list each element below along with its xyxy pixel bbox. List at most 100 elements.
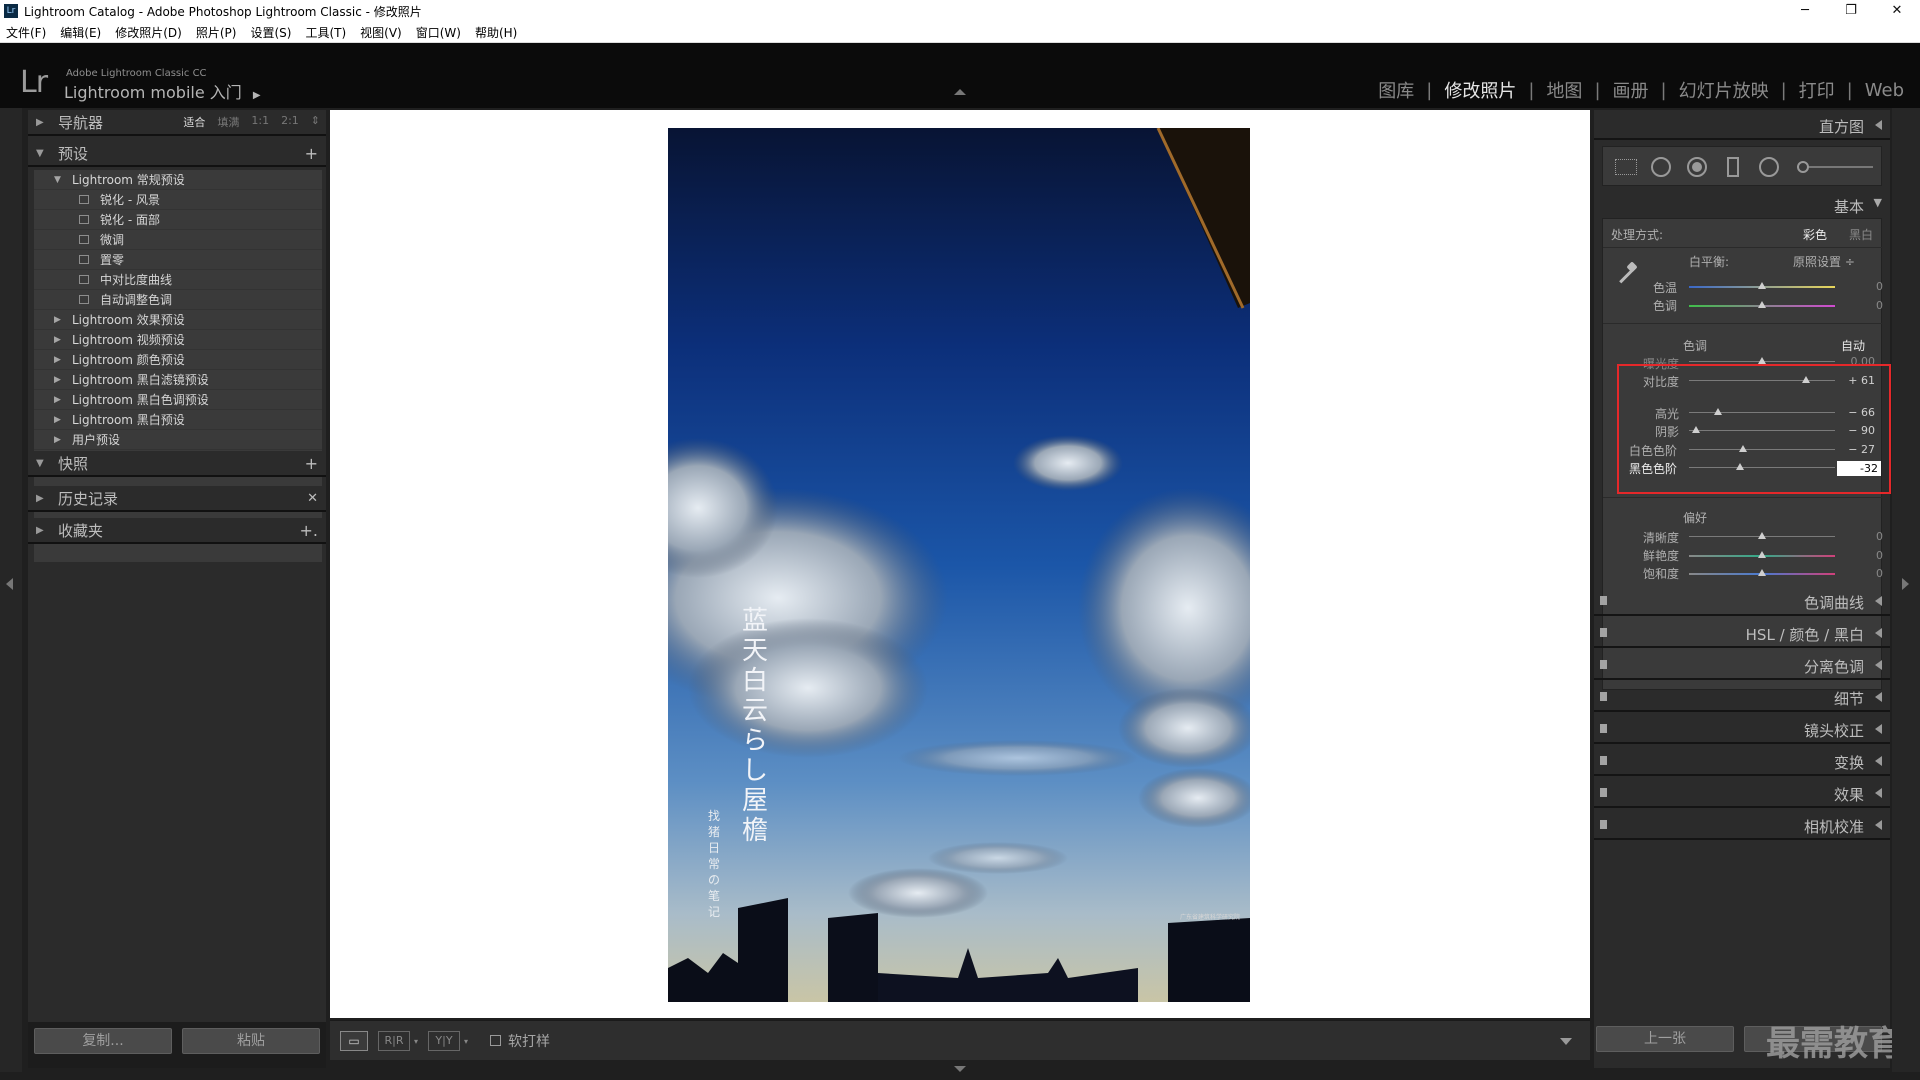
- tint-slider-thumb[interactable]: [1758, 301, 1766, 308]
- preset-folder[interactable]: ▶ Lightroom 颜色预设: [34, 350, 322, 370]
- zoom-2-1[interactable]: 2:1: [281, 114, 299, 130]
- history-header[interactable]: ▶ 历史记录 ✕: [28, 486, 326, 512]
- menu-settings[interactable]: 设置(S): [250, 24, 291, 41]
- treatment-color-option[interactable]: 彩色: [1803, 226, 1827, 243]
- white-balance-picker-icon[interactable]: [1613, 259, 1641, 287]
- temp-slider-thumb[interactable]: [1758, 282, 1766, 289]
- white-balance-dropdown[interactable]: 原照设置 ÷: [1793, 253, 1855, 270]
- module-book[interactable]: 画册: [1601, 77, 1661, 103]
- radial-filter-icon[interactable]: [1759, 157, 1779, 177]
- before-after-split-button[interactable]: Y|Y: [428, 1031, 460, 1051]
- detail-header[interactable]: 细节: [1594, 682, 1890, 712]
- spot-removal-icon[interactable]: [1651, 157, 1671, 177]
- histogram-header[interactable]: 直方图: [1594, 110, 1890, 140]
- collapse-top-panel-icon[interactable]: [954, 89, 966, 95]
- exposure-slider-thumb[interactable]: [1758, 357, 1766, 364]
- graduated-filter-icon[interactable]: [1727, 157, 1739, 177]
- menu-view[interactable]: 视图(V): [360, 24, 402, 41]
- preset-folder[interactable]: ▶ Lightroom 黑白色调预设: [34, 390, 322, 410]
- snapshots-header[interactable]: ▼ 快照 +: [28, 451, 326, 477]
- module-map[interactable]: 地图: [1534, 77, 1594, 103]
- panel-switch-icon[interactable]: [1600, 820, 1607, 829]
- zoom-fill[interactable]: 填满: [217, 114, 239, 130]
- adjustment-brush-icon[interactable]: [1797, 161, 1809, 173]
- expand-triangle-icon[interactable]: ▶: [54, 330, 61, 350]
- expand-triangle-icon[interactable]: ▶: [54, 310, 61, 330]
- mobile-getting-started[interactable]: Lightroom mobile 入门 ▶: [64, 79, 261, 103]
- vibrance-slider-thumb[interactable]: [1758, 551, 1766, 558]
- effects-header[interactable]: 效果: [1594, 778, 1890, 808]
- menu-develop[interactable]: 修改照片(D): [115, 24, 182, 41]
- collapse-triangle-icon[interactable]: ▼: [54, 170, 61, 190]
- expand-triangle-icon[interactable]: ▶: [54, 350, 61, 370]
- camera-calibration-header[interactable]: 相机校准: [1594, 810, 1890, 840]
- temp-value[interactable]: 0: [1843, 280, 1883, 293]
- photo-preview[interactable]: 蓝天白云ら し屋檐 找猪日常の笔记 广东省建筑科学研究院: [668, 128, 1250, 1002]
- tone-curve-header[interactable]: 色调曲线: [1594, 586, 1890, 616]
- preset-folder[interactable]: ▶ Lightroom 黑白预设: [34, 410, 322, 430]
- add-collection-icon[interactable]: +.: [300, 521, 319, 540]
- treatment-bw-option[interactable]: 黑白: [1849, 226, 1873, 243]
- preset-item[interactable]: 锐化 - 风景: [34, 190, 322, 210]
- minimize-button[interactable]: ─: [1782, 0, 1828, 22]
- panel-switch-icon[interactable]: [1600, 660, 1607, 669]
- panel-switch-icon[interactable]: [1600, 724, 1607, 733]
- panel-switch-icon[interactable]: [1600, 596, 1607, 605]
- hsl-header[interactable]: HSL / 颜色 / 黑白: [1594, 618, 1890, 648]
- previous-button[interactable]: 上一张: [1596, 1026, 1734, 1052]
- panel-switch-icon[interactable]: [1600, 628, 1607, 637]
- maximize-button[interactable]: ❐: [1828, 0, 1874, 22]
- menu-window[interactable]: 窗口(W): [416, 24, 461, 41]
- close-button[interactable]: ✕: [1874, 0, 1920, 22]
- saturation-value[interactable]: 0: [1843, 567, 1883, 580]
- add-preset-icon[interactable]: +: [305, 144, 318, 163]
- panel-switch-icon[interactable]: [1600, 756, 1607, 765]
- chevron-down-icon[interactable]: ▾: [464, 1037, 468, 1046]
- module-print[interactable]: 打印: [1787, 77, 1847, 103]
- preset-folder[interactable]: ▶ Lightroom 效果预设: [34, 310, 322, 330]
- collapse-right-panel-icon[interactable]: [1902, 578, 1909, 590]
- zoom-fit[interactable]: 适合: [183, 114, 205, 130]
- paste-settings-button[interactable]: 粘贴: [182, 1028, 320, 1054]
- basic-header[interactable]: 基本 ▼: [1594, 190, 1890, 220]
- clear-history-icon[interactable]: ✕: [307, 491, 318, 506]
- collapse-left-panel-icon[interactable]: [6, 578, 13, 590]
- preset-folder[interactable]: ▶ 用户预设: [34, 430, 322, 450]
- softproof-checkbox[interactable]: [490, 1035, 501, 1046]
- auto-tone-button[interactable]: 自动: [1841, 337, 1865, 354]
- preset-folder[interactable]: ▼ Lightroom 常规预设: [34, 170, 322, 190]
- presets-header[interactable]: ▼ 预设 +: [28, 141, 326, 167]
- clarity-slider-thumb[interactable]: [1758, 532, 1766, 539]
- preset-folder[interactable]: ▶ Lightroom 视频预设: [34, 330, 322, 350]
- collections-header[interactable]: ▶ 收藏夹 +.: [28, 518, 326, 544]
- transform-header[interactable]: 变换: [1594, 746, 1890, 776]
- zoom-1-1[interactable]: 1:1: [251, 114, 269, 130]
- left-panel-edge[interactable]: [0, 108, 22, 1072]
- panel-switch-icon[interactable]: [1600, 788, 1607, 797]
- expand-triangle-icon[interactable]: ▶: [54, 370, 61, 390]
- tint-value[interactable]: 0: [1843, 299, 1883, 312]
- add-snapshot-icon[interactable]: +: [305, 454, 318, 473]
- preset-folder[interactable]: ▶ Lightroom 黑白滤镜预设: [34, 370, 322, 390]
- menu-file[interactable]: 文件(F): [6, 24, 46, 41]
- module-library[interactable]: 图库: [1366, 77, 1426, 103]
- panel-switch-icon[interactable]: [1600, 692, 1607, 701]
- expand-triangle-icon[interactable]: ▶: [54, 410, 61, 430]
- chevron-down-icon[interactable]: ▾: [414, 1037, 418, 1046]
- module-web[interactable]: Web: [1853, 80, 1904, 101]
- clarity-value[interactable]: 0: [1843, 530, 1883, 543]
- preset-item[interactable]: 自动调整色调: [34, 290, 322, 310]
- right-panel-edge[interactable]: [1892, 108, 1920, 1072]
- preset-item[interactable]: 中对比度曲线: [34, 270, 322, 290]
- menu-tools[interactable]: 工具(T): [305, 24, 346, 41]
- collapse-bottom-panel-icon[interactable]: [954, 1066, 966, 1072]
- crop-overlay-icon[interactable]: [1615, 159, 1637, 175]
- lens-corrections-header[interactable]: 镜头校正: [1594, 714, 1890, 744]
- zoom-stepper-icon[interactable]: ⇕: [311, 114, 320, 130]
- menu-help[interactable]: 帮助(H): [475, 24, 517, 41]
- preset-item[interactable]: 置零: [34, 250, 322, 270]
- red-eye-icon[interactable]: [1687, 157, 1707, 177]
- before-after-button[interactable]: R|R: [378, 1031, 410, 1051]
- toolbar-content-dropdown-icon[interactable]: [1560, 1033, 1576, 1049]
- expand-triangle-icon[interactable]: ▶: [54, 430, 61, 450]
